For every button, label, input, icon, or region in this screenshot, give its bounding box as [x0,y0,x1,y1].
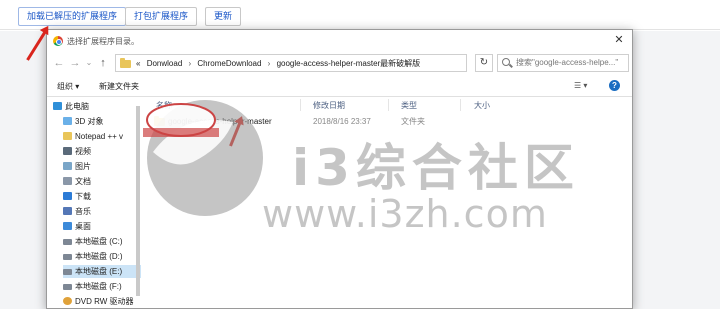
dialog-toolbar: 组织 ▾ 新建文件夹 ☰ ▾ ? [47,77,632,95]
drive-icon [63,239,72,245]
breadcrumb-chromedownload[interactable]: ChromeDownload [197,59,261,68]
update-button[interactable]: 更新 [205,7,242,26]
file-type: 文件夹 [401,117,425,126]
cube-icon [63,117,72,125]
up-arrow-icon[interactable]: ↑ [97,57,109,69]
scrollbar-thumb[interactable] [136,106,140,296]
sidebar-item[interactable]: 此电脑 [53,100,139,113]
sidebar-item-label: 此电脑 [65,102,89,111]
column-divider[interactable] [300,99,301,111]
new-folder-button[interactable]: 新建文件夹 [99,81,139,92]
video-icon [63,147,72,155]
recent-locations-chevron-icon[interactable]: ⌄ [83,57,95,69]
sidebar-item[interactable]: 视频 [63,145,141,158]
search-placeholder: 搜索"google-access-helpe..." [516,58,619,67]
sidebar-item-label: 3D 对象 [75,117,104,126]
search-icon [502,58,510,66]
file-name: google-access-helper-master [168,117,272,126]
sidebar-item-label: 本地磁盘 (C:) [75,237,123,246]
download-icon [63,192,72,200]
chrome-icon [53,36,63,46]
drive-icon [63,284,72,290]
search-input[interactable]: 搜索"google-access-helpe..." [497,54,629,72]
table-row[interactable]: google-access-helper-master 2018/8/16 23… [150,115,590,129]
navigation-pane: 此电脑 3D 对象 Notepad ++ v 视频图片文档下载音乐桌面本地磁盘 (C:… [47,97,141,309]
sidebar-item[interactable]: 本地磁盘 (F:) [63,280,141,293]
close-icon[interactable]: ✕ [612,33,626,47]
forward-arrow-icon[interactable]: → [69,57,81,69]
address-bar[interactable]: « Donwload › ChromeDownload › google-acc… [115,54,467,72]
sidebar-item-label: 桌面 [75,222,91,231]
sidebar-item[interactable]: 桌面 [63,220,141,233]
pack-extension-button[interactable]: 打包扩展程序 [125,7,198,26]
dvd-icon [63,297,72,305]
sidebar-item[interactable]: 本地磁盘 (E:) [63,265,141,278]
sidebar-item-label: 视频 [75,147,91,156]
sidebar-item[interactable]: 本地磁盘 (C:) [63,235,141,248]
file-list: 名称 修改日期 类型 大小 google-access-helper-maste… [150,97,628,309]
help-icon[interactable]: ? [609,80,620,91]
load-unpacked-button[interactable]: 加载已解压的扩展程序 [18,7,127,26]
column-divider[interactable] [388,99,389,111]
sidebar-item[interactable]: 图片 [63,160,141,173]
column-header-type[interactable]: 类型 [401,100,417,111]
sidebar-item-label: DVD RW 驱动器 [75,297,134,306]
extensions-toolbar: 加载已解压的扩展程序 打包扩展程序 更新 [0,0,720,30]
sidebar-item-label: 下载 [75,192,91,201]
sidebar-item[interactable]: DVD RW 驱动器 [63,295,141,308]
computer-icon [53,102,62,110]
column-header-size[interactable]: 大小 [474,100,490,111]
column-divider[interactable] [460,99,461,111]
dialog-titlebar: 选择扩展程序目录。 ✕ [47,30,632,52]
music-icon [63,207,72,215]
sidebar-item[interactable]: 本地磁盘 (D:) [63,250,141,263]
sidebar-item[interactable]: 下载 [63,190,141,203]
sidebar-item-label: 本地磁盘 (F:) [75,282,122,291]
column-header-modified[interactable]: 修改日期 [313,100,345,111]
breadcrumb-donwload[interactable]: Donwload [147,59,183,68]
sidebar-item[interactable]: 音乐 [63,205,141,218]
sidebar-scrollbar[interactable] [135,100,141,305]
folder-icon [120,58,131,68]
breadcrumb-separator[interactable]: › [189,59,192,68]
sidebar-item[interactable]: 3D 对象 [63,115,141,128]
folder-icon [63,132,72,140]
dialog-title: 选择扩展程序目录。 [67,37,139,46]
sidebar-item-label: 本地磁盘 (E:) [75,267,123,276]
desktop-icon [63,222,72,230]
sidebar-item-label: 文档 [75,177,91,186]
breadcrumb-separator[interactable]: › [268,59,271,68]
select-folder-dialog: 选择扩展程序目录。 ✕ ← → ⌄ ↑ « Donwload › ChromeD… [46,29,633,309]
column-header-name[interactable]: 名称 [156,100,172,111]
back-arrow-icon[interactable]: ← [53,57,65,69]
sidebar-item-label: Notepad ++ v [75,132,124,141]
picture-icon [63,162,72,170]
refresh-button[interactable]: ↻ [475,54,493,72]
drive-icon [63,254,72,260]
document-icon [63,177,72,185]
breadcrumb-current-folder[interactable]: google-access-helper-master最新破解版 [277,59,421,68]
organize-menu[interactable]: 组织 ▾ [57,81,79,92]
view-options-icon[interactable]: ☰ ▾ [574,81,587,90]
sidebar-item-label: 音乐 [75,207,91,216]
sidebar-item-label: 本地磁盘 (D:) [75,252,123,261]
file-modified: 2018/8/16 23:37 [313,117,371,126]
sidebar-item-label: 图片 [75,162,91,171]
sidebar-item[interactable]: 文档 [63,175,141,188]
folder-icon [154,116,165,126]
breadcrumb-overflow[interactable]: « [136,59,140,68]
drive-icon [63,269,72,275]
breadcrumb: « Donwload › ChromeDownload › google-acc… [136,58,424,69]
navigation-bar: ← → ⌄ ↑ « Donwload › ChromeDownload › go… [47,52,632,76]
sidebar-item[interactable]: Notepad ++ v [63,130,141,143]
